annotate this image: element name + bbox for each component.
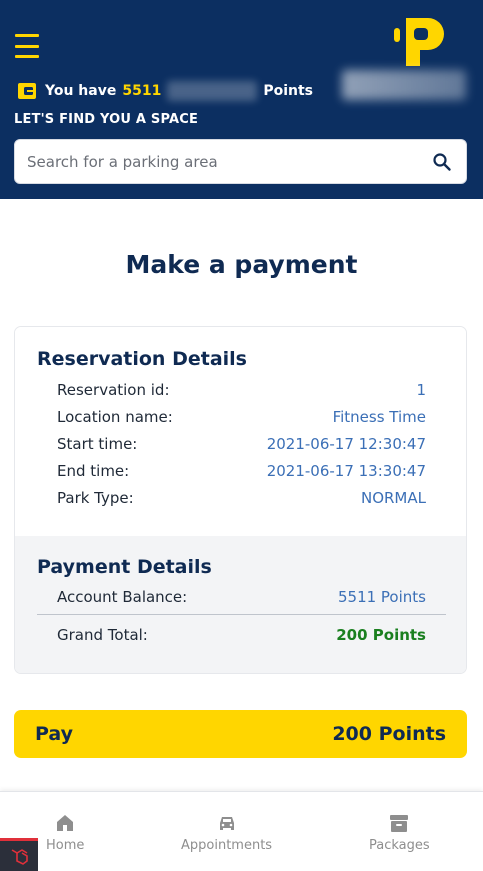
end-time-row: End time: 2021-06-17 13:30:47 bbox=[57, 460, 426, 482]
archive-icon bbox=[390, 815, 409, 832]
row-value: 2021-06-17 12:30:47 bbox=[266, 435, 426, 453]
pay-amount: 200 Points bbox=[332, 723, 446, 745]
divider bbox=[37, 614, 446, 615]
row-label: Grand Total: bbox=[57, 626, 148, 644]
row-value: NORMAL bbox=[360, 489, 426, 507]
nav-item-home[interactable]: Home bbox=[46, 812, 84, 853]
laravel-badge-icon[interactable] bbox=[0, 838, 38, 871]
username-blurred bbox=[342, 70, 466, 100]
reservation-section: Reservation Details Reservation id: 1 Lo… bbox=[15, 327, 466, 536]
grand-total-value: 200 Points bbox=[336, 626, 426, 644]
payment-title: Payment Details bbox=[37, 556, 212, 578]
park-type-row: Park Type: NORMAL bbox=[57, 487, 426, 509]
row-label: End time: bbox=[57, 462, 130, 480]
page-title: Make a payment bbox=[125, 250, 358, 279]
row-label: Park Type: bbox=[57, 489, 134, 507]
points-prefix: You have bbox=[45, 83, 117, 99]
nav-label: Home bbox=[46, 838, 85, 853]
bottom-nav: Home Appointments Packages bbox=[0, 791, 483, 871]
pay-label: Pay bbox=[35, 723, 74, 745]
nav-label: Appointments bbox=[181, 838, 273, 853]
home-icon bbox=[57, 815, 74, 831]
pay-button[interactable]: Pay 200 Points bbox=[14, 710, 467, 758]
nav-item-appointments[interactable]: Appointments bbox=[181, 812, 272, 853]
menu-icon[interactable] bbox=[15, 34, 39, 58]
row-label: Reservation id: bbox=[57, 381, 170, 399]
account-balance-row: Account Balance: 5511 Points bbox=[57, 586, 426, 608]
search-bar bbox=[14, 139, 467, 184]
find-space-title: LET'S FIND YOU A SPACE bbox=[14, 112, 199, 127]
reservation-id-row: Reservation id: 1 bbox=[57, 379, 426, 401]
laravel-icon bbox=[11, 849, 28, 865]
reservation-title: Reservation Details bbox=[37, 348, 247, 370]
row-label: Account Balance: bbox=[57, 588, 188, 606]
start-time-row: Start time: 2021-06-17 12:30:47 bbox=[57, 433, 426, 455]
row-value: Fitness Time bbox=[332, 408, 426, 426]
nav-label: Packages bbox=[369, 838, 430, 853]
parking-logo-icon[interactable] bbox=[392, 14, 452, 70]
points-redacted bbox=[167, 81, 258, 101]
points-value: 5511 bbox=[122, 83, 162, 99]
points-summary: You have 5511 Points bbox=[17, 80, 313, 102]
row-value: 5511 Points bbox=[337, 588, 426, 606]
search-input[interactable] bbox=[27, 152, 432, 171]
row-value: 1 bbox=[416, 381, 426, 399]
payment-card: Reservation Details Reservation id: 1 Lo… bbox=[14, 326, 467, 674]
search-icon[interactable] bbox=[432, 152, 452, 172]
row-value: 2021-06-17 13:30:47 bbox=[266, 462, 426, 480]
app-header: You have 5511 Points LET'S FIND YOU A SP… bbox=[0, 0, 483, 199]
points-suffix: Points bbox=[263, 83, 313, 99]
row-label: Location name: bbox=[57, 408, 173, 426]
car-icon bbox=[219, 817, 234, 830]
row-label: Start time: bbox=[57, 435, 138, 453]
nav-item-packages[interactable]: Packages bbox=[369, 812, 430, 853]
wallet-icon bbox=[18, 83, 36, 99]
location-name-row: Location name: Fitness Time bbox=[57, 406, 426, 428]
grand-total-row: Grand Total: 200 Points bbox=[57, 624, 426, 646]
